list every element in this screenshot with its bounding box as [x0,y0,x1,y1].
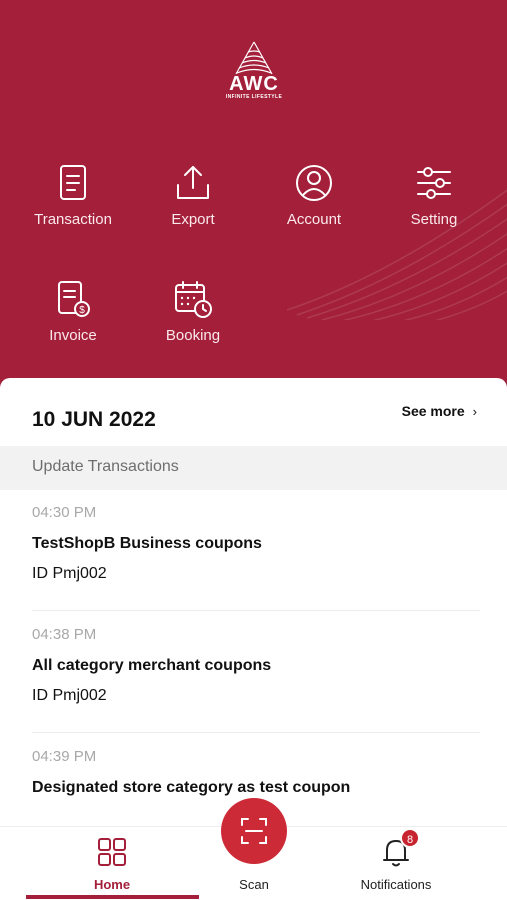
menu-account-label: Account [286,211,342,228]
chevron-right-icon: › [472,404,477,419]
document-icon [60,165,86,200]
invoice-dollar-icon: $ [58,281,90,317]
menu-transaction[interactable]: Transaction [23,163,123,228]
sliders-icon [417,167,451,199]
transaction-item[interactable]: 04:38 PM All category merchant coupons I… [32,626,480,705]
menu-export-label: Export [171,211,215,228]
logo-subtitle: INFINITE LIFESTYLE [225,94,283,100]
menu-setting-label: Setting [410,211,458,228]
user-circle-icon [296,165,332,201]
logo-title: AWC [229,73,279,95]
calendar-clock-icon [175,281,212,318]
see-more-link[interactable]: See more › [402,403,477,419]
transaction-name: TestShopB Business coupons [32,535,262,552]
transaction-name: Designated store category as test coupon [32,779,351,796]
notification-badge: 8 [400,828,420,848]
divider [32,732,480,733]
feed-date: 10 JUN 2022 [32,408,156,431]
menu-booking[interactable]: Booking [143,279,243,344]
transaction-item[interactable]: 04:39 PM Designated store category as te… [32,748,480,797]
menu-setting[interactable]: Setting [384,163,484,228]
tab-notifications[interactable]: Notifications [312,827,480,900]
header: AWC INFINITE LIFESTYLE Transaction Expor… [0,0,507,400]
transaction-item[interactable]: 04:30 PM TestShopB Business coupons ID P… [32,504,480,583]
menu-transaction-label: Transaction [34,211,112,228]
menu-invoice[interactable]: $ Invoice [23,279,123,344]
scan-button[interactable] [221,798,287,864]
menu-export[interactable]: Export [143,163,243,228]
menu-invoice-label: Invoice [49,327,97,344]
logo-mark [235,41,273,75]
scan-icon [241,818,267,844]
transaction-time: 04:39 PM [32,748,97,765]
transaction-id: ID Pmj002 [32,687,107,704]
see-more-label: See more [401,403,465,419]
transaction-name: All category merchant coupons [32,657,272,674]
tab-notifications-label: Notifications [360,877,432,892]
divider [32,610,480,611]
menu-account[interactable]: Account [264,163,364,228]
svg-text:$: $ [79,305,85,316]
grid-icon [98,838,126,866]
transaction-time: 04:38 PM [32,626,97,643]
section-header: Update Transactions [0,446,507,490]
menu-booking-label: Booking [165,327,221,344]
section-title: Update Transactions [32,458,179,475]
upload-icon [177,166,209,199]
transaction-time: 04:30 PM [32,504,97,521]
transaction-id: ID Pmj002 [32,565,107,582]
awc-logo: AWC INFINITE LIFESTYLE [222,40,286,108]
